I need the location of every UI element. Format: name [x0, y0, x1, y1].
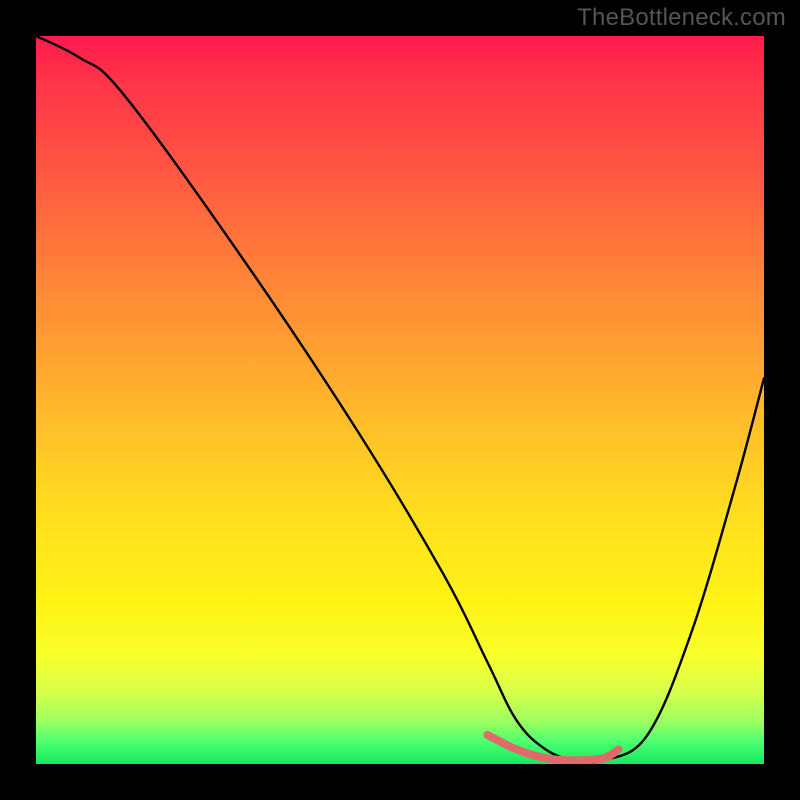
bottleneck-curve-path — [36, 36, 764, 763]
plot-area — [36, 36, 764, 764]
bottleneck-curve-svg — [36, 36, 764, 764]
accent-minimum-path — [487, 735, 618, 761]
watermark-text: TheBottleneck.com — [577, 4, 786, 32]
